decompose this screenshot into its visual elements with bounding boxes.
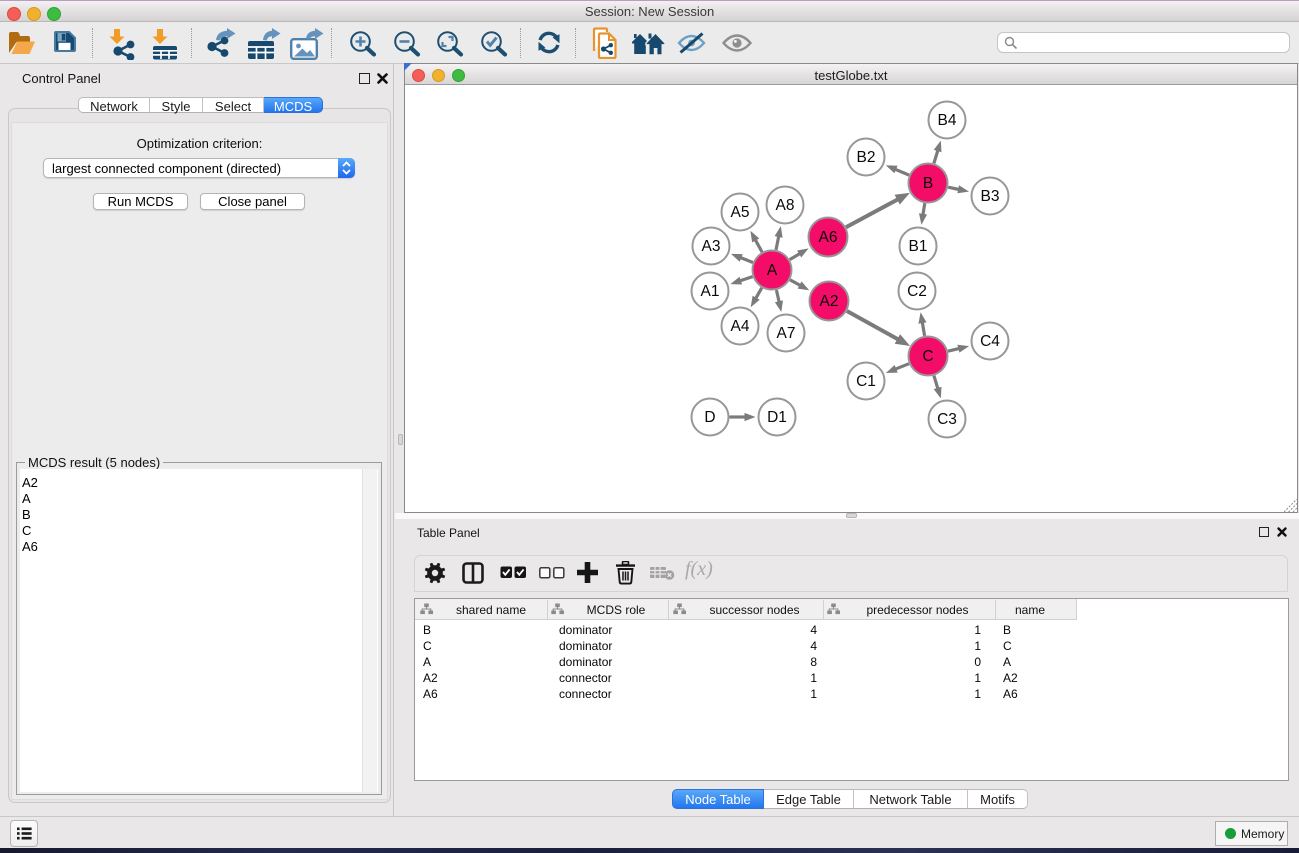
svg-text:B3: B3 xyxy=(981,188,1000,205)
svg-text:A4: A4 xyxy=(731,318,750,335)
svg-text:A: A xyxy=(767,262,778,279)
svg-text:C3: C3 xyxy=(937,411,957,428)
svg-text:A2: A2 xyxy=(820,293,839,310)
svg-text:C2: C2 xyxy=(907,283,927,300)
svg-text:B2: B2 xyxy=(857,149,876,166)
svg-text:A1: A1 xyxy=(701,283,720,300)
svg-text:A6: A6 xyxy=(819,229,838,246)
svg-text:B: B xyxy=(923,175,933,192)
svg-text:B4: B4 xyxy=(938,112,957,129)
svg-text:B1: B1 xyxy=(909,238,928,255)
svg-text:D: D xyxy=(704,409,715,426)
svg-text:C1: C1 xyxy=(856,373,876,390)
svg-text:A7: A7 xyxy=(777,325,796,342)
svg-text:A3: A3 xyxy=(702,238,721,255)
svg-text:C: C xyxy=(922,348,933,365)
svg-text:C4: C4 xyxy=(980,333,1000,350)
svg-text:A8: A8 xyxy=(776,197,795,214)
svg-text:A5: A5 xyxy=(731,204,750,221)
svg-text:D1: D1 xyxy=(767,409,787,426)
